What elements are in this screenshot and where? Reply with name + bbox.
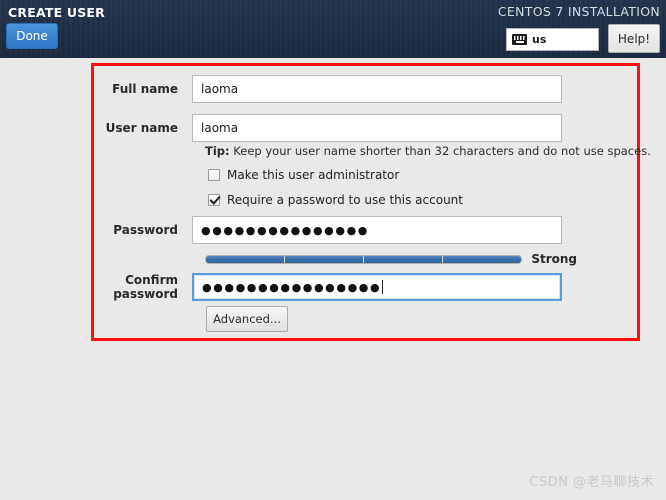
password-input[interactable]: ●●●●●●●●●●●●●●● [192,216,562,244]
password-strength-row: Strong [205,252,577,266]
user-name-label: User name [105,121,178,135]
user-name-input[interactable]: laoma [192,114,562,142]
password-masked-value: ●●●●●●●●●●●●●●● [201,223,369,237]
password-strength-meter [205,254,523,264]
create-user-form: Full name laoma User name laoma Tip: Kee… [0,58,666,500]
page-title: CREATE USER [8,5,105,20]
done-button[interactable]: Done [6,23,58,49]
full-name-input[interactable]: laoma [192,75,562,103]
full-name-label: Full name [112,82,178,96]
advanced-button[interactable]: Advanced... [206,306,288,332]
watermark: CSDN @老马聊技术 [529,475,654,490]
installer-header: CREATE USER Done CENTOS 7 INSTALLATION u… [0,0,666,59]
confirm-password-row: Confirm password ●●●●●●●●●●●●●●●● [97,273,562,301]
keyboard-icon [512,34,527,45]
username-tip: Tip: Keep your user name shorter than 32… [205,144,651,158]
keyboard-layout-selector[interactable]: us [506,28,599,51]
help-button[interactable]: Help! [608,24,660,53]
require-password-checkbox-row[interactable]: Require a password to use this account [208,193,463,207]
require-password-label: Require a password to use this account [227,193,463,207]
user-name-row: User name laoma [97,114,562,142]
username-tip-text: Keep your user name shorter than 32 char… [229,144,651,158]
username-tip-prefix: Tip: [205,144,230,158]
password-strength-label: Strong [531,252,577,266]
make-administrator-checkbox[interactable] [208,169,220,181]
require-password-checkbox[interactable] [208,194,220,206]
installation-title: CENTOS 7 INSTALLATION [497,4,660,19]
confirm-password-input[interactable]: ●●●●●●●●●●●●●●●● [192,273,562,301]
confirm-password-label: Confirm password [113,273,178,301]
full-name-row: Full name laoma [97,75,562,103]
text-cursor [382,280,384,294]
make-administrator-checkbox-row[interactable]: Make this user administrator [208,168,399,182]
make-administrator-label: Make this user administrator [227,168,400,182]
password-row: Password ●●●●●●●●●●●●●●● [97,216,562,244]
confirm-password-masked-value: ●●●●●●●●●●●●●●●● [202,280,382,294]
password-strength-segments [206,255,521,263]
keyboard-layout-label: us [532,33,547,46]
password-label: Password [113,223,178,237]
